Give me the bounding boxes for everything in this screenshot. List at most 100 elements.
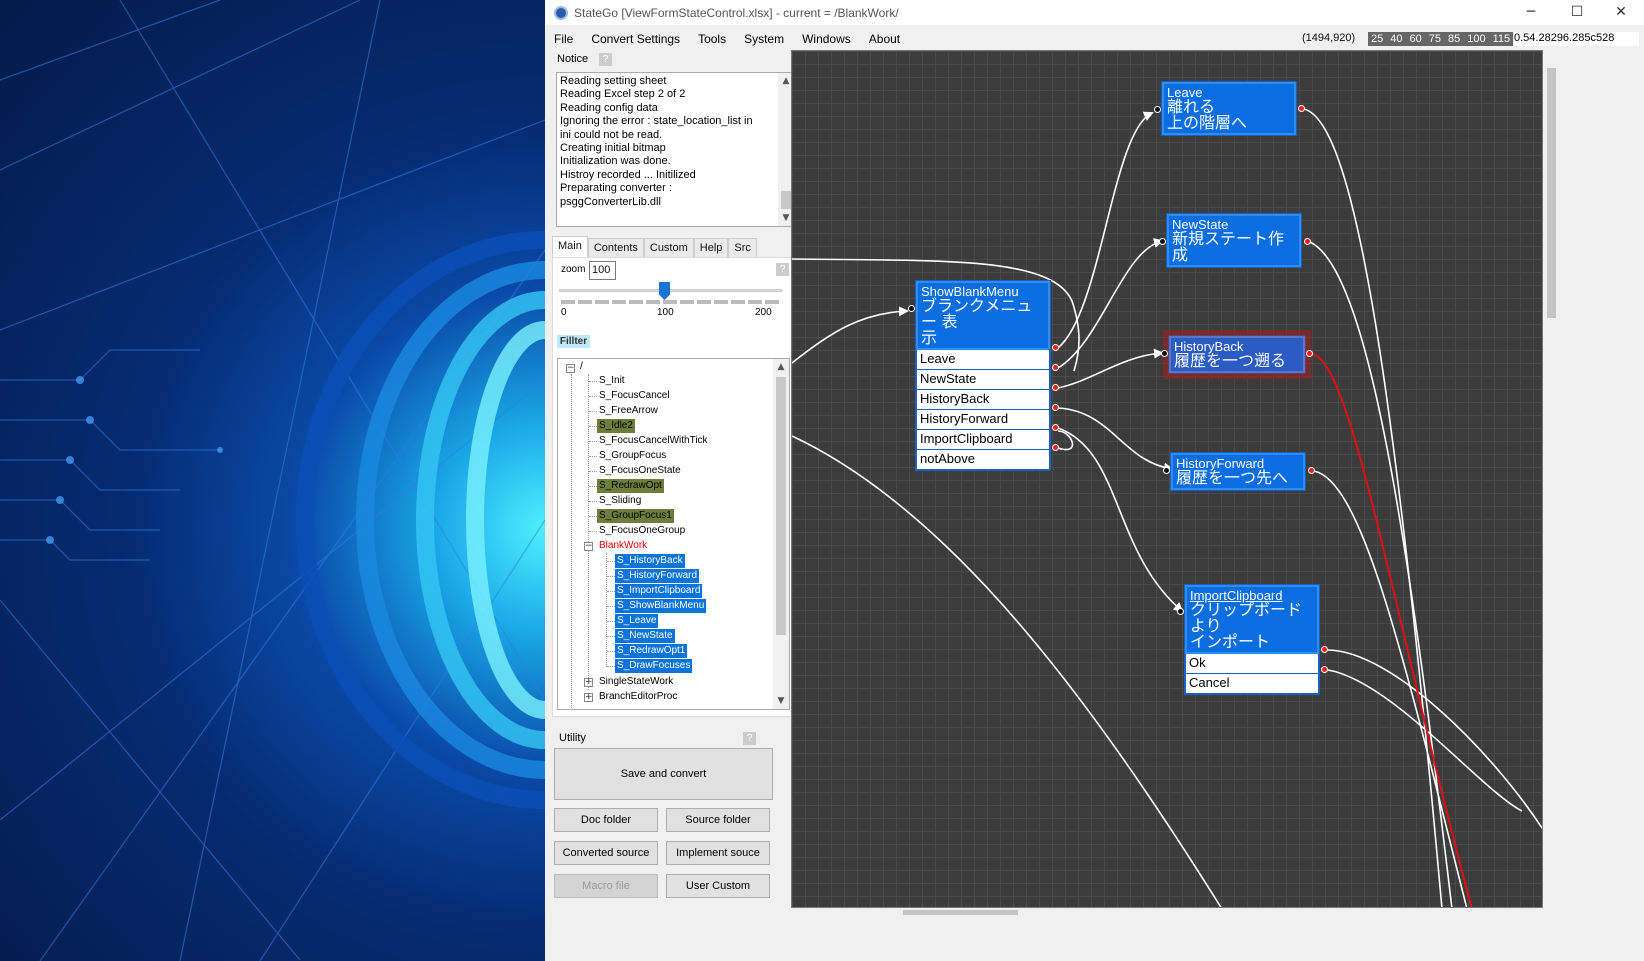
tree-scroll-thumb[interactable] — [776, 377, 786, 635]
state-node-showblankmenu[interactable]: ShowBlankMenu ブランクメニュー 表 示 Leave NewStat… — [915, 280, 1051, 471]
zoom-preset-100[interactable]: 100 — [1467, 33, 1485, 45]
canvas-vertical-scrollbar[interactable] — [1543, 50, 1560, 908]
tab-main[interactable]: Main — [552, 236, 588, 258]
scroll-down-icon[interactable]: ▼ — [773, 693, 789, 709]
node-branch-row[interactable]: notAbove — [916, 450, 1050, 470]
minimize-button[interactable]: ─ — [1508, 0, 1554, 25]
node-input-port[interactable] — [1154, 106, 1161, 113]
state-node-importclipboard[interactable]: ImportClipboard クリップボード より インポート Ok Canc… — [1184, 584, 1320, 695]
node-branch-row[interactable]: Leave — [916, 350, 1050, 370]
menu-tools[interactable]: Tools — [689, 32, 735, 46]
tree-item-highlighted[interactable]: S_GroupFocus1 — [597, 509, 674, 523]
tree-item[interactable]: S_FocusCancel — [597, 389, 672, 403]
state-graph-canvas[interactable]: Leave 離れる 上の階層へ NewState 新規ステート作 成 ShowB… — [791, 50, 1543, 908]
state-tree[interactable]: − / S_Init S_FocusCancel S_FreeArrow S_I… — [557, 358, 790, 710]
state-node-historyback[interactable]: HistoryBack 履歴を一つ遡る — [1168, 335, 1306, 374]
node-input-port[interactable] — [1177, 608, 1184, 615]
tree-item-highlighted[interactable]: S_RedrawOpt — [597, 479, 664, 493]
source-folder-button[interactable]: Source folder — [666, 808, 770, 832]
node-branch-row[interactable]: ImportClipboard — [916, 430, 1050, 450]
tree-item-selected[interactable]: S_HistoryForward — [615, 569, 700, 583]
tree-root[interactable]: / — [578, 360, 585, 374]
node-output-port[interactable] — [1321, 666, 1328, 673]
tree-root-toggle[interactable]: − — [566, 364, 575, 373]
tree-item-selected[interactable]: S_NewState — [615, 629, 675, 643]
maximize-button[interactable]: ☐ — [1554, 0, 1600, 25]
menu-system[interactable]: System — [735, 32, 793, 46]
zoom-slider-thumb[interactable] — [659, 282, 670, 300]
node-output-port[interactable] — [1308, 467, 1315, 474]
notice-scroll-thumb[interactable] — [781, 191, 791, 209]
title-bar[interactable]: StateGo [ViewFormStateControl.xlsx] - cu… — [545, 0, 1644, 25]
scroll-up-icon[interactable]: ▲ — [773, 359, 789, 375]
node-input-port[interactable] — [1163, 467, 1170, 474]
tree-item[interactable]: S_FocusCancelWithTick — [597, 434, 710, 448]
tree-group-brancheditorproc[interactable]: BranchEditorProc — [597, 690, 679, 704]
node-output-port[interactable] — [1306, 350, 1313, 357]
tree-item[interactable]: S_FocusOneGroup — [597, 524, 687, 538]
node-branch-row[interactable]: Ok — [1185, 654, 1319, 674]
state-node-historyforward[interactable]: HistoryForward 履歴を一つ先へ — [1170, 452, 1306, 491]
tree-item[interactable]: S_Init — [597, 374, 627, 388]
tree-item-selected[interactable]: S_ShowBlankMenu — [615, 599, 707, 613]
save-convert-button[interactable]: Save and convert — [554, 748, 773, 800]
tab-contents[interactable]: Contents — [587, 238, 644, 258]
tree-group-toggle[interactable]: + — [584, 693, 593, 702]
node-output-port[interactable] — [1321, 646, 1328, 653]
tree-group-toggle[interactable]: − — [584, 542, 593, 551]
tab-src[interactable]: Src — [728, 238, 757, 258]
tree-item[interactable]: S_FocusOneState — [597, 464, 683, 478]
canvas-hscroll-thumb[interactable] — [903, 910, 1018, 915]
tree-item-selected[interactable]: S_DrawFocuses — [615, 659, 693, 673]
node-branch-row[interactable]: HistoryBack — [916, 390, 1050, 410]
zoom-slider-track[interactable] — [559, 289, 782, 292]
implement-source-button[interactable]: Implement souce — [666, 841, 770, 865]
menu-about[interactable]: About — [860, 32, 909, 46]
tree-group-blankwork[interactable]: BlankWork — [597, 539, 649, 553]
state-node-leave[interactable]: Leave 離れる 上の階層へ — [1161, 81, 1297, 136]
zoom-preset-115[interactable]: 115 — [1493, 33, 1511, 45]
zoom-help-icon[interactable]: ? — [776, 263, 789, 276]
zoom-input[interactable]: 100 — [589, 261, 616, 280]
tree-item-selected[interactable]: S_HistoryBack — [615, 554, 685, 568]
tree-item[interactable]: S_GroupFocus — [597, 449, 668, 463]
canvas-vscroll-thumb[interactable] — [1547, 68, 1556, 318]
node-output-port[interactable] — [1298, 105, 1305, 112]
tree-item[interactable]: S_FreeArrow — [597, 404, 660, 418]
tree-item-selected[interactable]: S_ImportClipboard — [615, 584, 703, 598]
tree-scrollbar[interactable]: ▲ ▼ — [773, 359, 789, 709]
node-output-port[interactable] — [1052, 344, 1059, 351]
node-output-port[interactable] — [1304, 238, 1311, 245]
tab-help[interactable]: Help — [693, 238, 729, 258]
utility-help-icon[interactable]: ? — [743, 732, 756, 745]
menu-file[interactable]: File — [545, 32, 582, 46]
tree-item-selected[interactable]: S_Leave — [615, 614, 659, 628]
node-output-port[interactable] — [1052, 404, 1059, 411]
node-input-port[interactable] — [1161, 350, 1168, 357]
node-output-port[interactable] — [1052, 424, 1059, 431]
menu-windows[interactable]: Windows — [793, 32, 860, 46]
notice-help-icon[interactable]: ? — [599, 53, 612, 66]
node-input-port[interactable] — [908, 305, 915, 312]
zoom-preset-85[interactable]: 85 — [1448, 33, 1460, 45]
node-branch-row[interactable]: HistoryForward — [916, 410, 1050, 430]
zoom-preset-25[interactable]: 25 — [1371, 33, 1383, 45]
close-button[interactable]: ✕ — [1598, 0, 1644, 25]
tree-group-toggle[interactable]: + — [584, 678, 593, 687]
tree-item-highlighted[interactable]: S_Idle2 — [597, 419, 635, 433]
converted-source-button[interactable]: Converted source — [554, 841, 658, 865]
tree-group-singlestatework[interactable]: SingleStateWork — [597, 675, 675, 689]
menu-convert-settings[interactable]: Convert Settings — [582, 32, 689, 46]
node-output-port[interactable] — [1052, 384, 1059, 391]
user-custom-button[interactable]: User Custom — [666, 874, 770, 898]
node-output-port[interactable] — [1052, 444, 1059, 451]
zoom-preset-60[interactable]: 60 — [1410, 33, 1422, 45]
notice-log[interactable]: Reading setting sheet Reading Excel step… — [556, 72, 795, 227]
node-branch-row[interactable]: NewState — [916, 370, 1050, 390]
filter-button[interactable]: Fillter — [557, 335, 590, 348]
node-input-port[interactable] — [1159, 238, 1166, 245]
node-output-port[interactable] — [1052, 364, 1059, 371]
doc-folder-button[interactable]: Doc folder — [554, 808, 658, 832]
canvas-horizontal-scrollbar[interactable] — [791, 908, 1543, 917]
zoom-preset-75[interactable]: 75 — [1429, 33, 1441, 45]
